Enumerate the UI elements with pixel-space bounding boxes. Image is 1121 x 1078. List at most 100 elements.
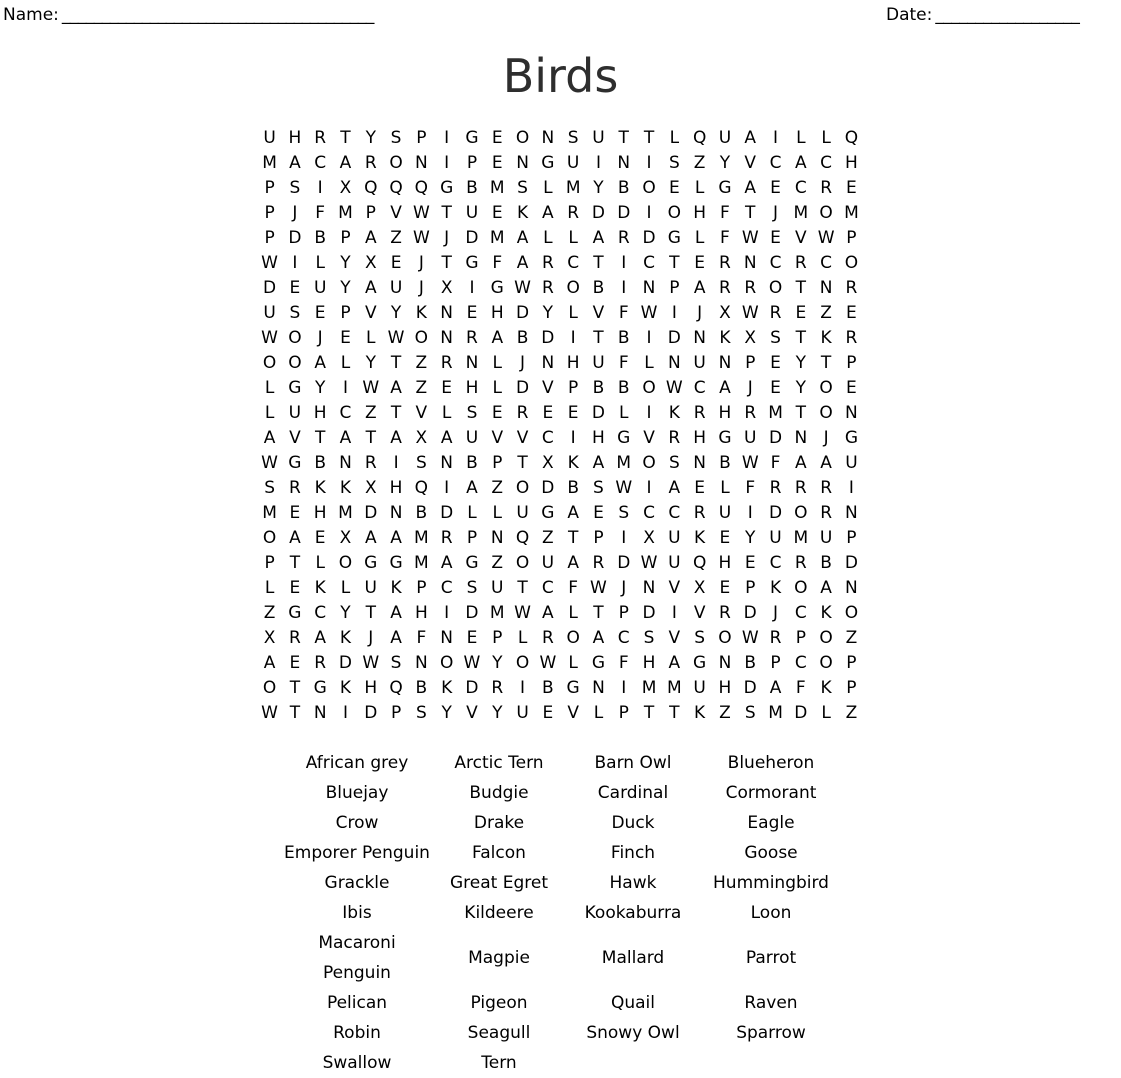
grid-cell[interactable]: E <box>535 401 560 426</box>
grid-cell[interactable]: G <box>561 676 586 701</box>
grid-cell[interactable]: E <box>383 251 408 276</box>
grid-cell[interactable]: V <box>535 376 560 401</box>
grid-cell[interactable]: K <box>712 326 737 351</box>
grid-cell[interactable]: N <box>788 426 813 451</box>
word-list-item[interactable]: Crow <box>281 808 434 838</box>
grid-cell[interactable]: K <box>333 676 358 701</box>
grid-cell[interactable]: I <box>738 501 763 526</box>
grid-cell[interactable]: Z <box>535 526 560 551</box>
grid-cell[interactable]: B <box>535 676 560 701</box>
grid-cell[interactable]: U <box>510 701 535 726</box>
grid-cell[interactable]: H <box>409 601 434 626</box>
grid-cell[interactable]: L <box>687 176 712 201</box>
grid-cell[interactable]: U <box>586 351 611 376</box>
grid-cell[interactable]: R <box>839 326 864 351</box>
word-list-item[interactable]: Magpie <box>434 928 565 988</box>
grid-cell[interactable]: A <box>308 351 333 376</box>
word-list-item[interactable]: Barn Owl <box>565 748 702 778</box>
grid-cell[interactable]: N <box>712 651 737 676</box>
grid-cell[interactable]: T <box>662 251 687 276</box>
grid-cell[interactable]: W <box>358 376 383 401</box>
grid-cell[interactable]: P <box>611 701 636 726</box>
grid-cell[interactable]: U <box>687 351 712 376</box>
grid-cell[interactable]: A <box>282 526 307 551</box>
grid-cell[interactable]: M <box>333 201 358 226</box>
grid-cell[interactable]: C <box>535 576 560 601</box>
grid-cell[interactable]: O <box>813 651 838 676</box>
grid-cell[interactable]: S <box>383 126 408 151</box>
grid-cell[interactable]: R <box>282 626 307 651</box>
grid-cell[interactable]: Z <box>257 601 282 626</box>
grid-cell[interactable]: I <box>839 476 864 501</box>
grid-cell[interactable]: F <box>561 576 586 601</box>
grid-cell[interactable]: N <box>459 351 484 376</box>
grid-cell[interactable]: I <box>611 526 636 551</box>
grid-cell[interactable]: J <box>358 626 383 651</box>
grid-cell[interactable]: B <box>510 326 535 351</box>
grid-cell[interactable]: M <box>409 551 434 576</box>
grid-cell[interactable]: W <box>510 601 535 626</box>
word-list-item[interactable]: Kookaburra <box>565 898 702 928</box>
grid-cell[interactable]: O <box>561 626 586 651</box>
grid-cell[interactable]: E <box>434 376 459 401</box>
grid-cell[interactable]: S <box>611 501 636 526</box>
grid-cell[interactable]: C <box>308 151 333 176</box>
grid-cell[interactable]: T <box>358 426 383 451</box>
grid-cell[interactable]: I <box>611 251 636 276</box>
grid-cell[interactable]: Y <box>485 701 510 726</box>
grid-cell[interactable]: M <box>561 176 586 201</box>
grid-cell[interactable]: B <box>738 651 763 676</box>
grid-cell[interactable]: I <box>282 251 307 276</box>
grid-cell[interactable]: L <box>485 376 510 401</box>
grid-cell[interactable]: E <box>687 476 712 501</box>
grid-cell[interactable]: R <box>434 351 459 376</box>
grid-cell[interactable]: U <box>561 151 586 176</box>
grid-cell[interactable]: I <box>636 401 661 426</box>
grid-cell[interactable]: R <box>308 651 333 676</box>
grid-cell[interactable]: P <box>839 526 864 551</box>
grid-cell[interactable]: N <box>510 151 535 176</box>
grid-cell[interactable]: E <box>308 526 333 551</box>
grid-cell[interactable]: H <box>308 401 333 426</box>
grid-cell[interactable]: B <box>409 501 434 526</box>
grid-cell[interactable]: N <box>636 276 661 301</box>
grid-cell[interactable]: Z <box>409 376 434 401</box>
grid-cell[interactable]: Y <box>788 351 813 376</box>
grid-cell[interactable]: B <box>611 376 636 401</box>
grid-cell[interactable]: C <box>788 601 813 626</box>
grid-cell[interactable]: R <box>611 226 636 251</box>
grid-cell[interactable]: T <box>788 326 813 351</box>
grid-cell[interactable]: J <box>611 576 636 601</box>
grid-cell[interactable]: S <box>459 401 484 426</box>
grid-cell[interactable]: I <box>308 176 333 201</box>
grid-cell[interactable]: F <box>485 251 510 276</box>
grid-cell[interactable]: A <box>763 676 788 701</box>
grid-cell[interactable]: U <box>383 276 408 301</box>
grid-cell[interactable]: T <box>282 551 307 576</box>
grid-cell[interactable]: O <box>434 651 459 676</box>
grid-cell[interactable]: L <box>662 126 687 151</box>
grid-cell[interactable]: R <box>282 476 307 501</box>
grid-cell[interactable]: I <box>383 451 408 476</box>
grid-cell[interactable]: B <box>459 451 484 476</box>
grid-cell[interactable]: R <box>712 276 737 301</box>
word-list-item[interactable]: Parrot <box>702 928 841 988</box>
grid-cell[interactable]: A <box>434 426 459 451</box>
grid-cell[interactable]: X <box>333 176 358 201</box>
grid-cell[interactable]: N <box>839 501 864 526</box>
grid-cell[interactable]: E <box>586 501 611 526</box>
grid-cell[interactable]: P <box>738 576 763 601</box>
grid-cell[interactable]: U <box>485 576 510 601</box>
grid-cell[interactable]: E <box>282 576 307 601</box>
grid-cell[interactable]: O <box>636 451 661 476</box>
grid-cell[interactable]: V <box>409 401 434 426</box>
grid-cell[interactable]: P <box>409 576 434 601</box>
grid-cell[interactable]: L <box>257 401 282 426</box>
grid-cell[interactable]: R <box>738 276 763 301</box>
grid-cell[interactable]: S <box>662 451 687 476</box>
grid-cell[interactable]: O <box>813 376 838 401</box>
grid-cell[interactable]: V <box>788 226 813 251</box>
grid-cell[interactable]: X <box>535 451 560 476</box>
grid-cell[interactable]: R <box>434 526 459 551</box>
grid-cell[interactable]: N <box>434 451 459 476</box>
